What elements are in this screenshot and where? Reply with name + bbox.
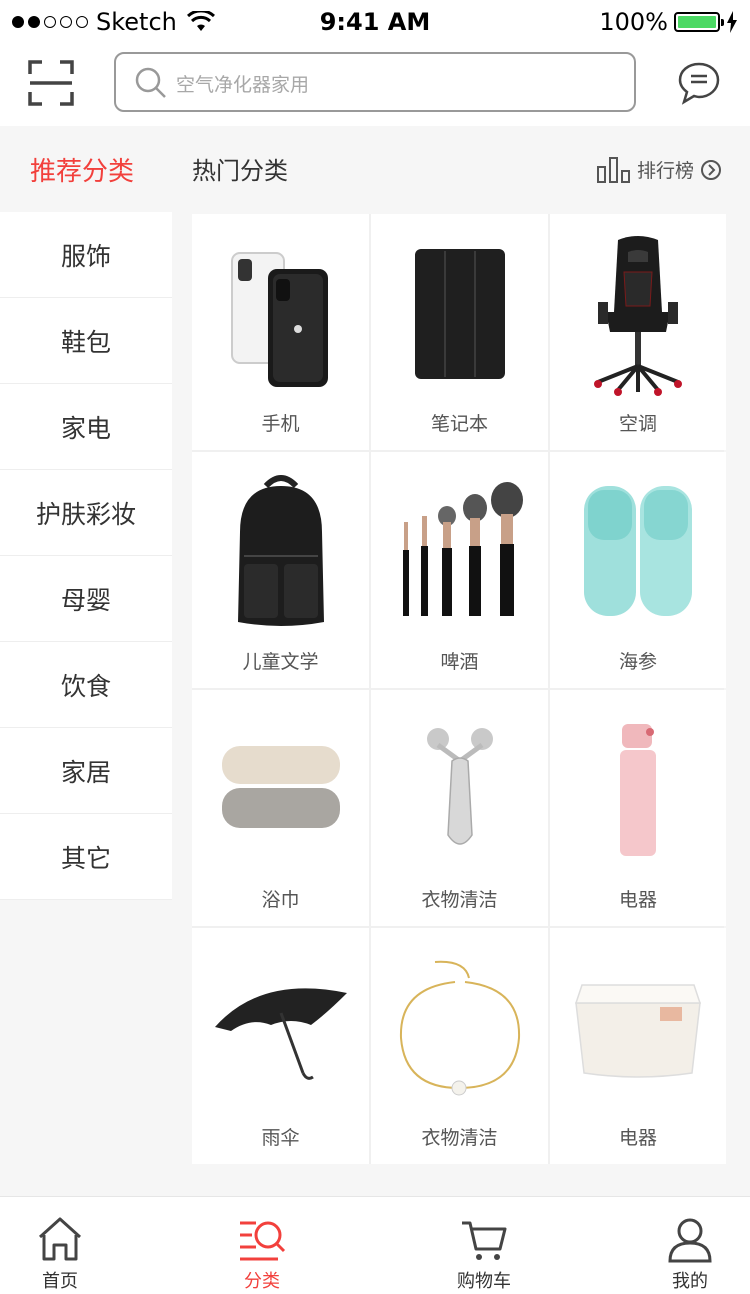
grid-item-label: 手机	[261, 413, 300, 435]
sidebar-item-shoes-bags[interactable]: 鞋包	[0, 298, 172, 384]
umbrella-image	[214, 988, 347, 1080]
grid-item-label: 儿童文学	[242, 651, 319, 673]
header: 空气净化器家用	[0, 44, 750, 126]
category-grid: 手机 笔记本 空调 儿童文学 啤酒 海参 浴巾 衣物清洁 电器 雨伞 衣物清洁 …	[192, 214, 726, 1164]
grid-item-appliance-2[interactable]: 电器	[550, 928, 726, 1164]
battery-icon	[674, 12, 724, 32]
grid-item-label: 衣物清洁	[421, 1127, 498, 1149]
necklace-image	[399, 960, 520, 1096]
hot-category-title: 热门分类	[192, 157, 288, 185]
scan-icon[interactable]	[28, 60, 74, 106]
storage-box-image	[574, 984, 702, 1078]
grid-item-label: 浴巾	[261, 889, 300, 911]
sidebar-item-other[interactable]: 其它	[0, 814, 172, 900]
makeup-brushes-image	[402, 482, 523, 616]
search-input[interactable]: 空气净化器家用	[114, 52, 636, 112]
sidebar-item-clothing[interactable]: 服饰	[0, 212, 172, 298]
sidebar-item-appliances[interactable]: 家电	[0, 384, 172, 470]
sidebar-item-food[interactable]: 饮食	[0, 642, 172, 728]
grid-item-label: 衣物清洁	[421, 889, 498, 911]
grid-item-label: 电器	[618, 1127, 657, 1149]
bottom-tab-bar: 首页 分类 购物车 我的	[0, 1196, 750, 1294]
user-icon	[668, 1218, 712, 1263]
grid-item-phone[interactable]: 手机	[192, 214, 369, 450]
tab-category[interactable]: 分类	[202, 1197, 322, 1294]
home-icon	[38, 1217, 82, 1261]
tablet-case-image	[414, 249, 505, 379]
gaming-chair-image	[594, 235, 682, 396]
slippers-image	[584, 486, 692, 616]
thermos-image	[620, 724, 656, 856]
ranking-link[interactable]: 排行榜	[596, 156, 722, 183]
grid-item-label: 啤酒	[440, 651, 479, 673]
category-header: 推荐分类 热门分类 排行榜	[0, 126, 750, 212]
grid-item-label: 电器	[618, 889, 657, 911]
cart-icon	[462, 1221, 507, 1260]
recommended-category-title[interactable]: 推荐分类	[30, 151, 134, 188]
grid-item-children-lit[interactable]: 儿童文学	[192, 452, 369, 688]
search-icon	[135, 67, 166, 98]
tab-profile[interactable]: 我的	[630, 1197, 750, 1294]
status-bar: Sketch 9:41 AM 100%	[0, 0, 750, 44]
grid-item-laundry[interactable]: 衣物清洁	[371, 690, 548, 926]
phone-case-image	[230, 252, 328, 387]
grid-item-beer[interactable]: 啤酒	[371, 452, 548, 688]
grid-item-appliance[interactable]: 电器	[550, 690, 726, 926]
ranking-label: 排行榜	[636, 160, 694, 182]
sidebar-item-home[interactable]: 家居	[0, 728, 172, 814]
grid-item-label: 空调	[618, 413, 657, 435]
grid-item-towel[interactable]: 浴巾	[192, 690, 369, 926]
charging-icon	[727, 11, 737, 33]
grid-item-umbrella[interactable]: 雨伞	[192, 928, 369, 1164]
grid-item-laundry-2[interactable]: 衣物清洁	[371, 928, 548, 1164]
category-icon	[240, 1221, 286, 1261]
grid-item-aircon[interactable]: 空调	[550, 214, 726, 450]
sidebar-item-baby[interactable]: 母婴	[0, 556, 172, 642]
face-roller-image	[426, 728, 493, 845]
grid-item-label: 海参	[618, 651, 657, 673]
grid-item-label: 笔记本	[430, 413, 488, 435]
message-icon[interactable]	[676, 60, 722, 106]
category-sidebar: 服饰 鞋包 家电 护肤彩妆 母婴 饮食 家居 其它	[0, 212, 172, 900]
grid-item-sea-cucumber[interactable]: 海参	[550, 452, 726, 688]
tab-home[interactable]: 首页	[0, 1197, 120, 1294]
tab-cart[interactable]: 购物车	[424, 1197, 544, 1294]
search-placeholder: 空气净化器家用	[176, 74, 310, 96]
ranking-icon	[596, 156, 630, 183]
backpack-image	[237, 475, 324, 626]
chevron-right-circle-icon	[701, 159, 721, 180]
battery-percentage: 100%	[599, 8, 668, 36]
sidebar-item-cosmetics[interactable]: 护肤彩妆	[0, 470, 172, 556]
towels-image	[221, 746, 340, 828]
grid-item-notebook[interactable]: 笔记本	[371, 214, 548, 450]
grid-item-label: 雨伞	[261, 1127, 300, 1149]
